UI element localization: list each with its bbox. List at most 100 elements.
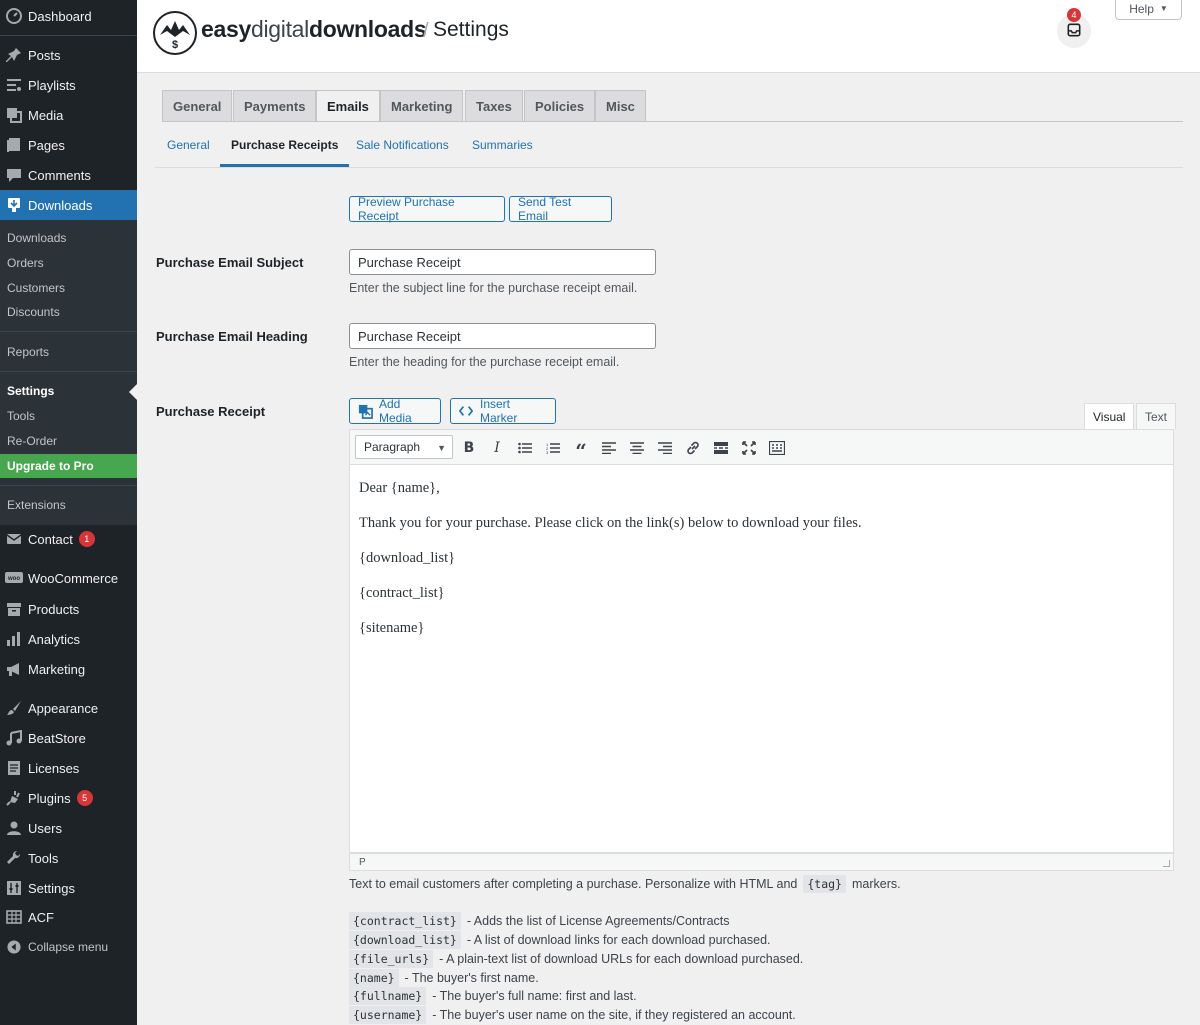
playlist-icon (5, 76, 23, 94)
read-more-icon[interactable] (709, 436, 733, 460)
sidebar-item-users[interactable]: Users (0, 813, 137, 843)
sidebar-item-plugins[interactable]: Plugins 5 (0, 783, 137, 813)
sidebar-label: Collapse menu (28, 940, 109, 954)
admin-sidebar: Dashboard Posts Playlists Media Pages Co… (0, 0, 137, 1025)
submenu-downloads[interactable]: Downloads (0, 226, 137, 250)
heading-input[interactable]: Purchase Receipt (349, 323, 656, 349)
tab-marketing[interactable]: Marketing (380, 90, 464, 121)
heading-description: Enter the heading for the purchase recei… (349, 355, 620, 369)
sidebar-item-appearance[interactable]: Appearance (0, 693, 137, 723)
sidebar-item-settings[interactable]: Settings (0, 873, 137, 903)
resize-handle-icon[interactable] (1163, 860, 1170, 867)
subject-input[interactable]: Purchase Receipt (349, 249, 656, 275)
sidebar-item-pages[interactable]: Pages (0, 130, 137, 160)
tab-general[interactable]: General (162, 90, 233, 121)
sidebar-item-media[interactable]: Media (0, 100, 137, 130)
sidebar-label: Posts (28, 47, 61, 63)
send-test-email-button[interactable]: Send Test Email (509, 195, 612, 223)
submenu-customers[interactable]: Customers (0, 276, 137, 300)
bullet-list-icon[interactable] (513, 436, 537, 460)
align-right-icon[interactable] (653, 436, 677, 460)
fullscreen-icon[interactable] (737, 436, 761, 460)
submenu-divider (0, 371, 137, 372)
music-note-icon (5, 729, 23, 747)
sidebar-item-tools[interactable]: Tools (0, 843, 137, 873)
submenu-reorder[interactable]: Re-Order (0, 429, 137, 453)
sidebar-item-licenses[interactable]: Licenses (0, 753, 137, 783)
sidebar-item-marketing[interactable]: Marketing (0, 654, 137, 684)
align-left-icon[interactable] (597, 436, 621, 460)
editor-line: Thank you for your purchase. Please clic… (359, 515, 862, 531)
sidebar-label: Licenses (28, 760, 80, 776)
submenu-extensions[interactable]: Extensions (0, 493, 137, 517)
align-center-icon[interactable] (625, 436, 649, 460)
submenu-orders[interactable]: Orders (0, 251, 137, 275)
submenu-tools[interactable]: Tools (0, 404, 137, 428)
help-text: markers. (851, 877, 901, 891)
subtab-summaries[interactable]: Summaries (472, 138, 533, 167)
sidebar-label: Settings (28, 880, 75, 896)
sidebar-item-downloads[interactable]: Downloads (0, 190, 137, 220)
tab-taxes[interactable]: Taxes (465, 90, 523, 121)
sidebar-item-acf[interactable]: ACF (0, 902, 137, 932)
sidebar-item-products[interactable]: Products (0, 594, 137, 624)
subject-label: Purchase Email Subject (156, 255, 304, 270)
link-icon[interactable] (681, 436, 705, 460)
sidebar-item-posts[interactable]: Posts (0, 40, 137, 70)
help-tab-button[interactable]: Help ▼ (1115, 0, 1182, 20)
submenu-settings[interactable]: Settings (0, 379, 137, 403)
settings-sliders-icon (5, 879, 23, 897)
sidebar-item-contact[interactable]: Contact 1 (0, 524, 137, 554)
italic-icon[interactable]: I (485, 436, 509, 460)
sidebar-item-beatstore[interactable]: BeatStore (0, 723, 137, 753)
sidebar-label: Appearance (28, 700, 99, 716)
subtab-purchase-receipts[interactable]: Purchase Receipts (220, 138, 350, 167)
sidebar-item-woocommerce[interactable]: woo WooCommerce (0, 563, 137, 593)
add-media-label: Add Media (379, 397, 412, 425)
tag-help-item: {contract_list} - Adds the list of Licen… (349, 912, 730, 930)
receipt-label: Purchase Receipt (156, 404, 266, 419)
insert-marker-button[interactable]: Insert Marker (450, 397, 556, 425)
receipt-help-intro: Text to email customers after completing… (349, 875, 901, 893)
paintbrush-icon (5, 699, 23, 717)
submenu-reports[interactable]: Reports (0, 340, 137, 364)
download-icon (5, 196, 23, 214)
plugin-icon (5, 789, 23, 807)
editor-tab-text[interactable]: Text (1136, 403, 1177, 429)
format-select[interactable]: Paragraph ▼ (355, 435, 453, 459)
add-media-button[interactable]: Add Media (349, 397, 441, 425)
tab-policies[interactable]: Policies (524, 90, 596, 121)
tab-underline (162, 121, 1183, 122)
subtab-general[interactable]: General (167, 138, 210, 167)
preview-receipt-button[interactable]: Preview Purchase Receipt (349, 195, 505, 223)
subtab-sale-notifications[interactable]: Sale Notifications (356, 138, 449, 167)
toolbar-toggle-icon[interactable] (765, 436, 789, 460)
tab-emails[interactable]: Emails (316, 90, 380, 122)
sidebar-item-analytics[interactable]: Analytics (0, 624, 137, 654)
bold-icon[interactable]: B (457, 436, 481, 460)
sidebar-item-playlists[interactable]: Playlists (0, 70, 137, 100)
sidebar-item-comments[interactable]: Comments (0, 160, 137, 190)
sidebar-label: WooCommerce (28, 570, 119, 586)
submenu-upgrade-to-pro[interactable]: Upgrade to Pro (0, 454, 137, 478)
collapse-menu-button[interactable]: Collapse menu (0, 932, 137, 962)
pages-icon (5, 136, 23, 154)
code-brackets-icon (459, 405, 473, 417)
blockquote-icon[interactable]: “ (569, 436, 593, 463)
sidebar-label: Contact (28, 531, 73, 547)
submenu-divider (0, 331, 137, 332)
tab-misc[interactable]: Misc (595, 90, 646, 121)
tab-payments[interactable]: Payments (233, 90, 317, 121)
sidebar-item-dashboard[interactable]: Dashboard (0, 1, 137, 31)
email-body-editor[interactable]: Dear {name}, Thank you for your purchase… (349, 465, 1174, 853)
edd-logo-icon: $ (153, 11, 197, 55)
numbered-list-icon[interactable]: 123 (541, 436, 565, 460)
submenu-divider (0, 485, 137, 486)
submenu-discounts[interactable]: Discounts (0, 300, 137, 324)
tag-description: - The buyer's user name on the site, if … (432, 1008, 796, 1022)
editor-tab-visual[interactable]: Visual (1084, 403, 1135, 430)
sidebar-label: Playlists (28, 77, 76, 93)
sidebar-label: Media (28, 107, 64, 123)
subtab-underline (155, 167, 1183, 168)
dashboard-icon (5, 7, 23, 25)
